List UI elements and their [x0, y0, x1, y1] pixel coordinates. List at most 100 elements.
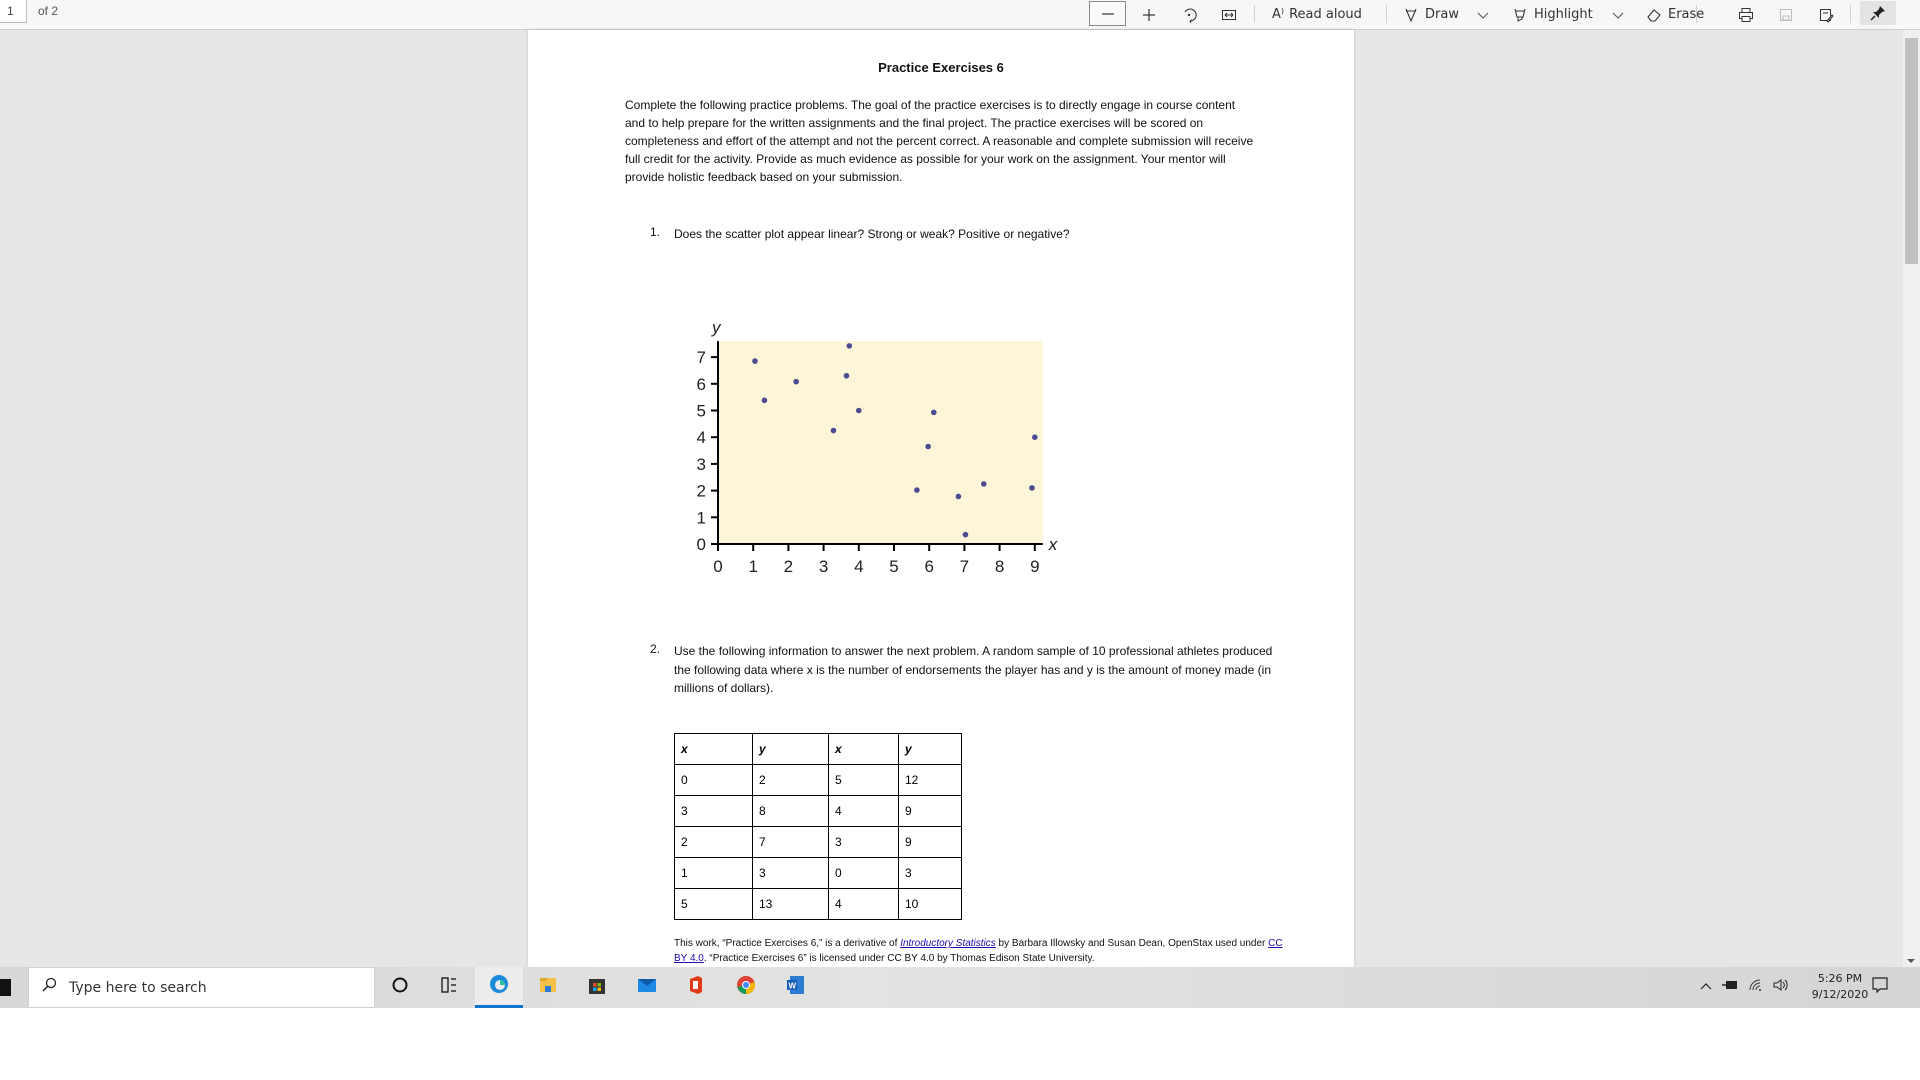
- pin-toolbar-button[interactable]: [1860, 1, 1896, 25]
- zoom-in-button[interactable]: [1138, 0, 1160, 29]
- toolbar-divider: [1254, 5, 1255, 23]
- introductory-statistics-link[interactable]: Introductory Statistics: [900, 938, 996, 949]
- table-cell: 9: [898, 826, 962, 858]
- license-note: This work, “Practice Exercises 6,” is a …: [674, 936, 1294, 966]
- taskbar-search[interactable]: Type here to search: [28, 967, 375, 1008]
- task-view-icon: [440, 976, 458, 999]
- draw-pen-icon: [1403, 7, 1419, 23]
- table-cell: 12: [898, 764, 962, 796]
- draw-options-dropdown[interactable]: [1477, 0, 1489, 29]
- data-point: [1032, 434, 1038, 440]
- edge-icon: [488, 973, 510, 1000]
- eraser-icon: [1646, 7, 1662, 23]
- y-tick-label: 2: [697, 482, 706, 501]
- table-row: 3849: [674, 795, 962, 827]
- windows-taskbar: Type here to search W 5:26 PM 9/12/2020: [0, 967, 1920, 1008]
- data-point: [856, 407, 862, 414]
- volume-control[interactable]: [1768, 967, 1794, 1008]
- taskbar-app-mail[interactable]: [623, 967, 671, 1008]
- plus-icon: [1141, 7, 1157, 23]
- draw-button[interactable]: Draw: [1403, 0, 1459, 29]
- license-text: by Barbara Illowsky and Susan Dean, Open…: [995, 938, 1269, 949]
- save-button[interactable]: [1778, 0, 1794, 29]
- taskbar-app-chrome[interactable]: [722, 967, 770, 1008]
- data-point: [830, 427, 837, 434]
- print-button[interactable]: [1738, 0, 1754, 29]
- scatter-chart: 0 1 2 3 4 5 6 7 0 1 2 3 4 5 6 7 8 9 y x: [697, 318, 1058, 576]
- cortana-icon: [391, 976, 409, 999]
- notification-icon: [1871, 976, 1889, 999]
- pdf-page: Practice Exercises 6 Complete the follow…: [528, 30, 1354, 967]
- toolbar-divider: [1850, 5, 1851, 23]
- y-tick-label: 6: [697, 375, 706, 394]
- x-tick-label: 9: [1030, 557, 1039, 576]
- page-number-input[interactable]: 1: [0, 0, 27, 23]
- y-tick-label: 1: [697, 508, 706, 527]
- read-aloud-label: Read aloud: [1289, 7, 1362, 22]
- table-cell: 13: [752, 888, 829, 920]
- data-point: [925, 443, 931, 450]
- scroll-down-arrow-icon[interactable]: [1907, 959, 1915, 963]
- store-icon: [586, 974, 608, 1001]
- question-number: 1.: [650, 225, 661, 239]
- scrollbar-thumb[interactable]: [1905, 38, 1918, 264]
- data-point: [843, 372, 850, 379]
- data-point: [980, 481, 987, 487]
- task-view-button[interactable]: [425, 967, 473, 1008]
- table-cell: 1: [674, 857, 753, 889]
- fit-width-icon: [1221, 7, 1237, 23]
- wifi-status[interactable]: [1744, 967, 1768, 1008]
- vertical-scrollbar[interactable]: [1903, 30, 1920, 967]
- highlight-label: Highlight: [1534, 7, 1593, 22]
- word-icon: W: [785, 974, 807, 1001]
- show-hidden-icons-button[interactable]: [1696, 967, 1716, 1008]
- highlight-options-dropdown[interactable]: [1612, 0, 1624, 29]
- taskbar-app-file-explorer[interactable]: [524, 967, 572, 1008]
- column-header: x: [674, 733, 753, 765]
- x-tick-label: 6: [924, 557, 933, 576]
- chevron-down-icon: [1612, 10, 1624, 20]
- column-header: x: [828, 733, 899, 765]
- data-table: x y x y 0 2 5 12 3 8 4 9 2 7 3 9 1 3 0 3 5 13 4 10: [674, 733, 962, 920]
- taskbar-app-office[interactable]: [672, 967, 720, 1008]
- page-total-label: of 2: [38, 4, 59, 18]
- printer-icon: [1738, 7, 1754, 23]
- save-icon: [1778, 7, 1794, 23]
- table-cell: 2: [674, 826, 753, 858]
- column-header: y: [898, 733, 962, 765]
- highlight-button[interactable]: Highlight: [1512, 0, 1593, 29]
- start-button[interactable]: [0, 979, 11, 996]
- battery-status[interactable]: [1718, 967, 1742, 1008]
- y-tick-label: 3: [697, 455, 706, 474]
- battery-icon: [1721, 978, 1739, 997]
- table-row: 1303: [674, 857, 962, 889]
- rotate-button[interactable]: [1178, 0, 1200, 29]
- read-aloud-button[interactable]: A⁾ Read aloud: [1272, 0, 1362, 29]
- x-tick-label: 4: [854, 557, 863, 576]
- plot-area: [718, 341, 1043, 544]
- zoom-out-button[interactable]: [1089, 1, 1126, 26]
- table-cell: 3: [674, 795, 753, 827]
- fit-width-button[interactable]: [1218, 0, 1240, 29]
- chevron-down-icon: [1477, 10, 1489, 20]
- search-icon: [41, 977, 57, 998]
- data-point: [930, 409, 937, 416]
- taskbar-app-edge[interactable]: [475, 967, 523, 1008]
- cortana-button[interactable]: [376, 967, 424, 1008]
- x-tick-label: 0: [713, 557, 722, 576]
- license-text: . “Practice Exercises 6” is licensed und…: [703, 953, 1095, 964]
- save-as-button[interactable]: [1818, 0, 1834, 29]
- data-point: [955, 493, 962, 500]
- x-tick-label: 1: [748, 557, 757, 576]
- license-text: This work, “Practice Exercises 6,” is a …: [674, 938, 901, 949]
- taskbar-app-word[interactable]: W: [772, 967, 820, 1008]
- taskbar-app-store[interactable]: [573, 967, 621, 1008]
- chevron-up-icon: [1700, 979, 1712, 997]
- svg-text:W: W: [789, 982, 797, 991]
- action-center-button[interactable]: [1862, 967, 1898, 1008]
- rotate-icon: [1181, 7, 1197, 23]
- x-tick-label: 8: [995, 557, 1004, 576]
- x-tick-label: 2: [784, 557, 793, 576]
- data-point: [846, 343, 853, 349]
- table-header-row: x y x y: [674, 733, 962, 765]
